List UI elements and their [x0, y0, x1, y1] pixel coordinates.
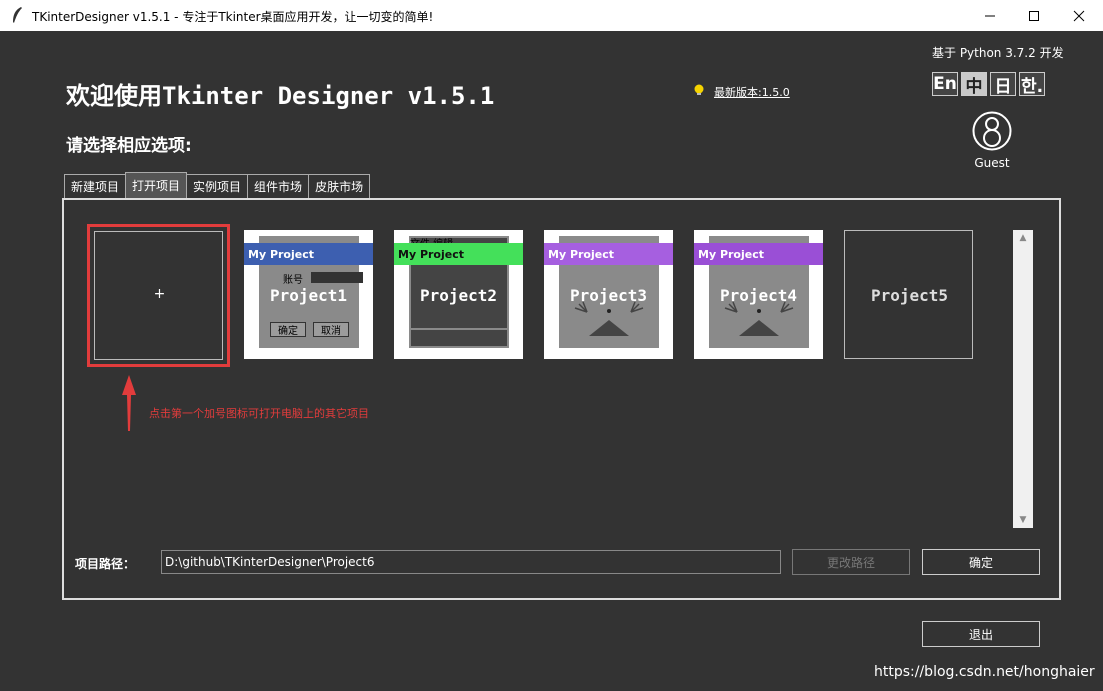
- project-tabs: 新建项目 打开项目 实例项目 组件市场 皮肤市场: [64, 172, 371, 198]
- latest-version-link[interactable]: 最新版本:1.5.0: [714, 84, 790, 100]
- project-title-bar: My Project: [244, 243, 373, 265]
- user-avatar-icon[interactable]: [972, 111, 1012, 151]
- lang-zh-button[interactable]: 中: [961, 72, 987, 97]
- annotation-hint: 点击第一个加号图标可打开电脑上的其它项目: [149, 407, 369, 420]
- project-name: Project5: [870, 286, 949, 305]
- tab-open-project[interactable]: 打开项目: [125, 172, 188, 198]
- tab-new-project[interactable]: 新建项目: [64, 174, 127, 198]
- project-path-label: 项目路径：: [75, 557, 136, 571]
- maximize-button[interactable]: [1011, 0, 1057, 31]
- plus-card-frame: +: [94, 231, 223, 360]
- project-name: Project3: [569, 286, 648, 305]
- project-name: Project2: [419, 286, 498, 305]
- project-title-bar: My Project: [394, 243, 523, 265]
- project-name: Project4: [719, 286, 798, 305]
- scroll-up-icon[interactable]: ▲: [1013, 230, 1033, 246]
- close-icon: [1073, 10, 1085, 21]
- project-card-4[interactable]: My Project Project4: [694, 230, 823, 359]
- account-label: 账号: [283, 275, 303, 286]
- maximize-icon: [1029, 10, 1039, 21]
- guest-label: Guest: [974, 156, 1010, 170]
- exit-button[interactable]: 退出: [922, 621, 1040, 647]
- project-title-bar: My Project: [694, 243, 823, 265]
- scroll-down-icon[interactable]: ▼: [1013, 512, 1033, 528]
- account-input-preview: [311, 272, 363, 283]
- project-path-input[interactable]: [161, 550, 781, 574]
- change-path-button[interactable]: 更改路径: [792, 549, 910, 575]
- project-card-3[interactable]: My Project Project3: [544, 230, 673, 359]
- cancel-button-preview: 取消: [313, 322, 349, 337]
- project-card-2[interactable]: 文件 编辑 My Project Project2: [394, 230, 523, 359]
- open-other-project-card[interactable]: +: [87, 224, 230, 367]
- watermark-text: https://blog.csdn.net/honghaier: [874, 664, 1095, 680]
- select-option-prompt: 请选择相应选项:: [66, 136, 192, 156]
- status-divider: [411, 328, 507, 330]
- project-card-5[interactable]: Project5: [844, 230, 973, 359]
- python-version-info: 基于 Python 3.7.2 开发: [932, 46, 1064, 60]
- project-card-1[interactable]: 账号 确定 取消 My Project Project1: [244, 230, 373, 359]
- language-switcher: En 中 日 한.: [932, 72, 1045, 97]
- window-title: TKinterDesigner v1.5.1 - 专注于Tkinter桌面应用开…: [32, 10, 434, 24]
- annotation-arrow-icon: [122, 375, 136, 431]
- ok-button-preview: 确定: [270, 322, 306, 337]
- project-title-bar: My Project: [544, 243, 673, 265]
- feather-app-icon: [13, 7, 22, 23]
- lightbulb-icon: [694, 84, 704, 95]
- tab-example-project[interactable]: 实例项目: [186, 174, 249, 198]
- lang-en-button[interactable]: En: [932, 72, 958, 96]
- project-name: Project1: [269, 286, 348, 305]
- minimize-button[interactable]: [967, 0, 1013, 31]
- confirm-button[interactable]: 确定: [922, 549, 1040, 575]
- title-bar: TKinterDesigner v1.5.1 - 专注于Tkinter桌面应用开…: [0, 0, 1103, 31]
- tab-component-market[interactable]: 组件市场: [247, 174, 310, 198]
- welcome-title: 欢迎使用Tkinter Designer v1.5.1: [66, 82, 495, 110]
- tab-skin-market[interactable]: 皮肤市场: [308, 174, 371, 198]
- projects-scrollbar[interactable]: ▲ ▼: [1013, 230, 1033, 528]
- minimize-icon: [985, 15, 995, 16]
- plus-icon: +: [153, 286, 166, 302]
- lang-ko-button[interactable]: 한.: [1019, 72, 1045, 97]
- close-button[interactable]: [1056, 0, 1102, 31]
- lang-ja-button[interactable]: 日: [990, 72, 1016, 97]
